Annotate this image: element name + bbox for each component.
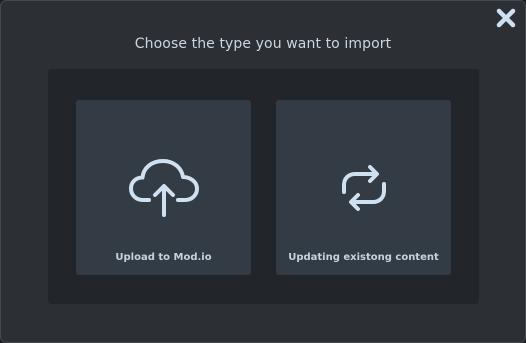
refresh-icon bbox=[334, 158, 394, 218]
close-button[interactable] bbox=[495, 7, 517, 29]
update-option-label: Updating existong content bbox=[288, 252, 439, 263]
upload-option-label: Upload to Mod.io bbox=[115, 252, 212, 263]
options-panel: Upload to Mod.io Updating existong conte… bbox=[48, 69, 479, 304]
import-type-dialog: Choose the type you want to import Uploa… bbox=[0, 0, 526, 343]
update-existing-content-option[interactable]: Updating existong content bbox=[276, 100, 451, 275]
cloud-upload-icon bbox=[127, 158, 201, 218]
close-icon bbox=[495, 7, 517, 29]
upload-to-modio-option[interactable]: Upload to Mod.io bbox=[76, 100, 251, 275]
dialog-title: Choose the type you want to import bbox=[134, 36, 392, 52]
